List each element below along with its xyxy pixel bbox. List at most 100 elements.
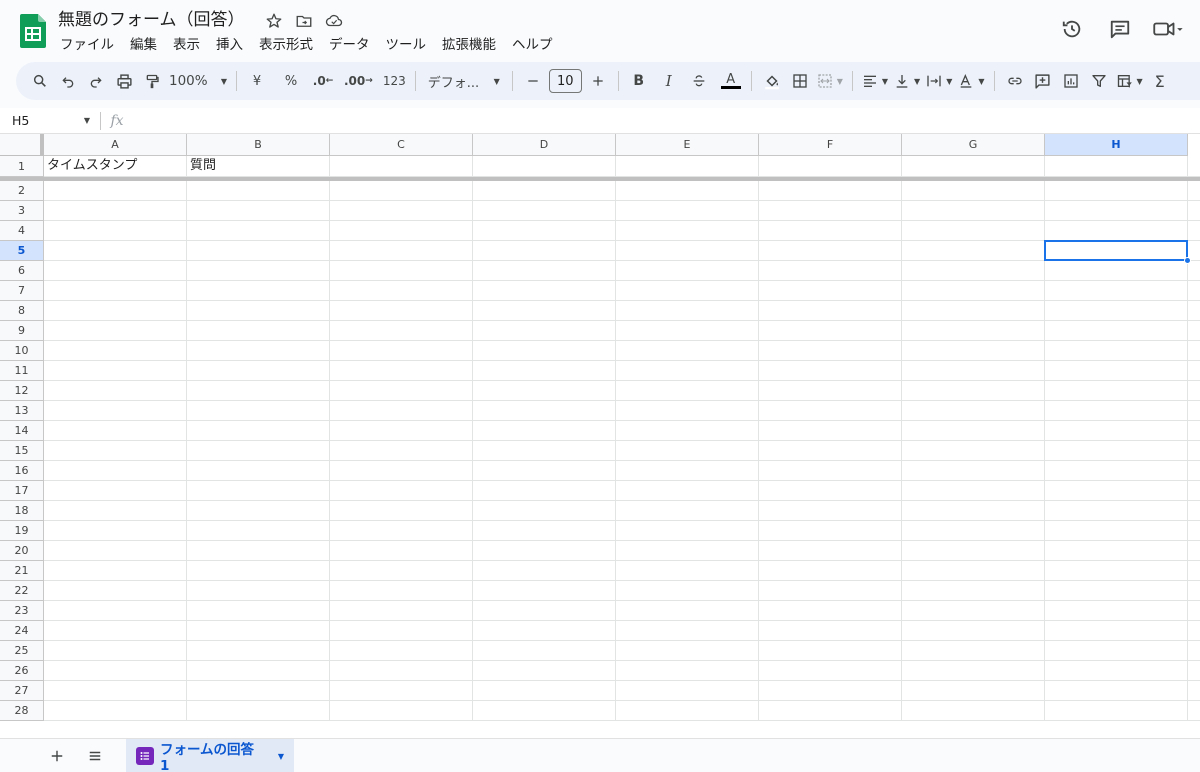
cell-a26[interactable]	[44, 661, 187, 681]
cell-d19[interactable]	[473, 521, 616, 541]
cell-a4[interactable]	[44, 221, 187, 241]
cell-b21[interactable]	[187, 561, 330, 581]
column-header-a[interactable]: A	[44, 134, 187, 156]
cell-f13[interactable]	[759, 401, 902, 421]
cell-c9[interactable]	[330, 321, 473, 341]
row-header[interactable]: 10	[0, 341, 44, 361]
cell-f4[interactable]	[759, 221, 902, 241]
spreadsheet-grid[interactable]: A B C D E F G H 1 タイムスタンプ 質問 2 3 4 5 6 7 8 9 10 11 12 13 14 15 16…	[0, 134, 1200, 738]
row-header[interactable]: 12	[0, 381, 44, 401]
cell-d18[interactable]	[473, 501, 616, 521]
cell-b9[interactable]	[187, 321, 330, 341]
merge-cells-icon[interactable]: ▼	[814, 67, 846, 95]
cell-a23[interactable]	[44, 601, 187, 621]
menu-tools[interactable]: ツール	[378, 34, 435, 56]
cell-b19[interactable]	[187, 521, 330, 541]
cell-b11[interactable]	[187, 361, 330, 381]
cell-e6[interactable]	[616, 261, 759, 281]
cell-g5[interactable]	[902, 241, 1045, 261]
cell-e17[interactable]	[616, 481, 759, 501]
cell-b27[interactable]	[187, 681, 330, 701]
cell-e20[interactable]	[616, 541, 759, 561]
formula-input[interactable]	[133, 109, 1200, 133]
column-header-b[interactable]: B	[187, 134, 330, 156]
cell-f1[interactable]	[759, 156, 902, 177]
cell-f28[interactable]	[759, 701, 902, 721]
row-header[interactable]: 14	[0, 421, 44, 441]
cell-c15[interactable]	[330, 441, 473, 461]
row-header[interactable]: 13	[0, 401, 44, 421]
cell-g20[interactable]	[902, 541, 1045, 561]
cell-d7[interactable]	[473, 281, 616, 301]
cell-e23[interactable]	[616, 601, 759, 621]
cell-f18[interactable]	[759, 501, 902, 521]
cell-a3[interactable]	[44, 201, 187, 221]
row-header[interactable]: 17	[0, 481, 44, 501]
cell-g18[interactable]	[902, 501, 1045, 521]
cell-b1[interactable]: 質問	[187, 156, 330, 177]
column-header-e[interactable]: E	[616, 134, 759, 156]
cell-a5[interactable]	[44, 241, 187, 261]
cell-b17[interactable]	[187, 481, 330, 501]
cell-g26[interactable]	[902, 661, 1045, 681]
cell-g4[interactable]	[902, 221, 1045, 241]
cell-b2[interactable]	[187, 181, 330, 201]
cell-h3[interactable]	[1045, 201, 1188, 221]
comments-icon[interactable]	[1098, 14, 1142, 44]
cell-c23[interactable]	[330, 601, 473, 621]
cell-a28[interactable]	[44, 701, 187, 721]
cell-h12[interactable]	[1045, 381, 1188, 401]
cell-g1[interactable]	[902, 156, 1045, 177]
cell-f11[interactable]	[759, 361, 902, 381]
cell-d8[interactable]	[473, 301, 616, 321]
cell-e8[interactable]	[616, 301, 759, 321]
text-wrapping-icon[interactable]: ▼	[923, 67, 955, 95]
cell-e15[interactable]	[616, 441, 759, 461]
cell-c16[interactable]	[330, 461, 473, 481]
cell-d3[interactable]	[473, 201, 616, 221]
cell-c8[interactable]	[330, 301, 473, 321]
cell-d14[interactable]	[473, 421, 616, 441]
cell-d6[interactable]	[473, 261, 616, 281]
cell-h5[interactable]	[1045, 241, 1188, 261]
cell-d13[interactable]	[473, 401, 616, 421]
cell-e18[interactable]	[616, 501, 759, 521]
cell-h10[interactable]	[1045, 341, 1188, 361]
cell-a6[interactable]	[44, 261, 187, 281]
cell-h26[interactable]	[1045, 661, 1188, 681]
cell-f24[interactable]	[759, 621, 902, 641]
cell-a11[interactable]	[44, 361, 187, 381]
cell-c10[interactable]	[330, 341, 473, 361]
document-title[interactable]: 無題のフォーム（回答）	[58, 8, 245, 32]
cell-a22[interactable]	[44, 581, 187, 601]
cell-a12[interactable]	[44, 381, 187, 401]
cell-g7[interactable]	[902, 281, 1045, 301]
cell-b8[interactable]	[187, 301, 330, 321]
row-header[interactable]: 23	[0, 601, 44, 621]
cell-d12[interactable]	[473, 381, 616, 401]
cell-e19[interactable]	[616, 521, 759, 541]
cell-f9[interactable]	[759, 321, 902, 341]
cell-e12[interactable]	[616, 381, 759, 401]
bold-button[interactable]: B	[625, 67, 653, 95]
cell-d23[interactable]	[473, 601, 616, 621]
cell-b12[interactable]	[187, 381, 330, 401]
cell-a1[interactable]: タイムスタンプ	[44, 156, 187, 177]
cell-h16[interactable]	[1045, 461, 1188, 481]
cell-f21[interactable]	[759, 561, 902, 581]
cell-d9[interactable]	[473, 321, 616, 341]
cell-h17[interactable]	[1045, 481, 1188, 501]
cell-e24[interactable]	[616, 621, 759, 641]
fill-color-icon[interactable]	[758, 67, 786, 95]
add-sheet-icon[interactable]	[38, 741, 76, 771]
cell-e22[interactable]	[616, 581, 759, 601]
text-color-button[interactable]: A	[717, 67, 745, 95]
cell-a24[interactable]	[44, 621, 187, 641]
filter-icon[interactable]	[1085, 67, 1113, 95]
cell-a20[interactable]	[44, 541, 187, 561]
cell-f25[interactable]	[759, 641, 902, 661]
cell-b3[interactable]	[187, 201, 330, 221]
cell-g12[interactable]	[902, 381, 1045, 401]
insert-comment-icon[interactable]	[1029, 67, 1057, 95]
cell-c14[interactable]	[330, 421, 473, 441]
